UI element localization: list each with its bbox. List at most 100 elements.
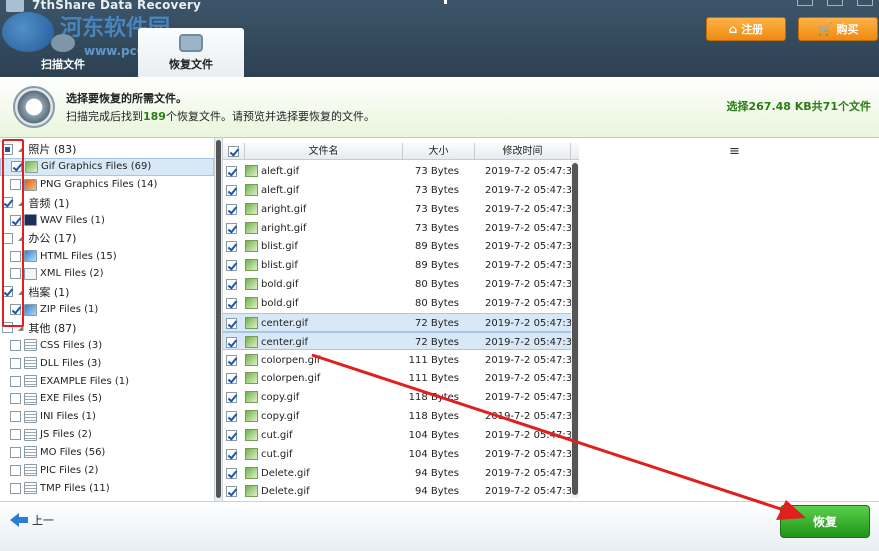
row-checkbox[interactable] — [226, 241, 237, 253]
category-group[interactable]: ◢ 照片 (83) — [0, 140, 214, 158]
app-window: 7thShare Data Recovery 河东软件园 www.pc0359.… — [0, 0, 879, 551]
gif-icon — [25, 160, 38, 173]
row-checkbox[interactable] — [226, 297, 237, 309]
row-checkbox[interactable] — [226, 166, 237, 177]
category-checkbox[interactable] — [10, 357, 21, 369]
row-checkbox[interactable] — [226, 354, 237, 366]
file-size: 118 Bytes — [408, 392, 459, 404]
maximize-button[interactable] — [827, 0, 843, 6]
file-size: 104 Bytes — [408, 429, 459, 441]
row-checkbox[interactable] — [226, 222, 237, 234]
row-checkbox[interactable] — [226, 467, 237, 479]
category-item[interactable]: PIC Files (2) — [0, 461, 214, 479]
file-list-scrollbar[interactable] — [571, 161, 579, 498]
table-row[interactable]: colorpen.gif 111 Bytes 2019-7-2 05:47:36 — [223, 369, 578, 388]
category-item[interactable]: Gif Graphics Files (69) — [0, 157, 214, 176]
close-button[interactable] — [857, 0, 873, 6]
gif-file-icon — [245, 165, 258, 177]
app-icon — [6, 0, 24, 12]
category-item[interactable]: EXE Files (5) — [0, 390, 214, 408]
category-checkbox[interactable] — [10, 429, 21, 441]
table-row[interactable]: copy.gif 118 Bytes 2019-7-2 05:47:36 — [223, 407, 578, 426]
category-item[interactable]: ZIP Files (1) — [0, 301, 214, 319]
category-item[interactable]: HTML Files (15) — [0, 247, 214, 265]
select-all-cell — [223, 143, 245, 160]
category-label: INI Files (1) — [40, 411, 96, 423]
table-row[interactable]: Delete.gif 94 Bytes 2019-7-2 05:47:36 — [223, 482, 578, 501]
table-row[interactable]: Delete.gif 94 Bytes 2019-7-2 05:47:35 — [223, 464, 578, 483]
table-row[interactable]: aright.gif 73 Bytes 2019-7-2 05:47:35 — [223, 200, 578, 219]
category-checkbox[interactable] — [10, 375, 21, 387]
recover-button[interactable]: 恢复 — [780, 505, 870, 538]
category-scroll-thumb[interactable] — [216, 140, 221, 498]
table-row[interactable]: copy.gif 118 Bytes 2019-7-2 05:47:35 — [223, 388, 578, 407]
select-all-checkbox[interactable] — [228, 146, 239, 157]
category-group[interactable]: ◢ 办公 (17) — [0, 229, 214, 247]
row-checkbox[interactable] — [226, 429, 237, 441]
row-checkbox[interactable] — [226, 373, 237, 385]
category-item[interactable]: DLL Files (3) — [0, 354, 214, 372]
tab-recover-files[interactable]: 恢复文件 — [138, 28, 244, 77]
table-row[interactable]: center.gif 72 Bytes 2019-7-2 05:47:36 — [223, 331, 578, 351]
category-item[interactable]: INI Files (1) — [0, 408, 214, 426]
category-item[interactable]: XML Files (2) — [0, 265, 214, 283]
table-row[interactable]: colorpen.gif 111 Bytes 2019-7-2 05:47:35 — [223, 351, 578, 370]
tab-scan-label: 扫描文件 — [41, 58, 85, 71]
table-row[interactable]: center.gif 72 Bytes 2019-7-2 05:47:35 — [223, 312, 578, 332]
category-item[interactable]: JS Files (2) — [0, 426, 214, 444]
back-button[interactable]: 上一 — [10, 512, 54, 528]
category-checkbox[interactable] — [10, 446, 21, 458]
category-item[interactable]: CSS Files (3) — [0, 336, 214, 354]
table-row[interactable]: aright.gif 73 Bytes 2019-7-2 05:47:36 — [223, 219, 578, 238]
row-checkbox[interactable] — [226, 279, 237, 291]
category-group[interactable]: ◢ 档案 (1) — [0, 283, 214, 301]
minimize-button[interactable] — [797, 0, 813, 6]
category-item[interactable]: EXAMPLE Files (1) — [0, 372, 214, 390]
row-checkbox[interactable] — [226, 260, 237, 272]
category-checkbox[interactable] — [10, 464, 21, 476]
row-checkbox[interactable] — [226, 486, 237, 498]
table-row[interactable]: aleft.gif 73 Bytes 2019-7-2 05:47:36 — [223, 181, 578, 200]
tab-scan-files[interactable]: 扫描文件 — [10, 28, 116, 77]
category-label: CSS Files (3) — [40, 339, 103, 351]
table-row[interactable]: cut.gif 104 Bytes 2019-7-2 05:47:36 — [223, 445, 578, 464]
file-icon — [24, 410, 37, 423]
category-checkbox[interactable] — [10, 393, 21, 405]
table-row[interactable]: bold.gif 80 Bytes 2019-7-2 05:47:36 — [223, 294, 578, 313]
table-row[interactable]: aleft.gif 73 Bytes 2019-7-2 05:47:35 — [223, 162, 578, 181]
row-checkbox[interactable] — [226, 203, 237, 215]
preview-menu-icon[interactable]: ≡ — [729, 144, 740, 159]
row-checkbox[interactable] — [226, 184, 237, 196]
column-filename[interactable]: 文件名 — [245, 143, 403, 160]
row-checkbox[interactable] — [226, 317, 237, 329]
category-item[interactable]: TMP Files (11) — [0, 479, 214, 497]
table-row[interactable]: blist.gif 89 Bytes 2019-7-2 05:47:35 — [223, 237, 578, 256]
category-item[interactable]: MO Files (56) — [0, 443, 214, 461]
category-scrollbar[interactable] — [214, 138, 223, 501]
row-checkbox[interactable] — [226, 411, 237, 423]
file-list-scroll-thumb[interactable] — [572, 163, 578, 495]
category-checkbox[interactable] — [10, 339, 21, 351]
category-checkbox[interactable] — [10, 482, 21, 494]
category-checkbox[interactable] — [10, 411, 21, 423]
table-row[interactable]: blist.gif 89 Bytes 2019-7-2 05:47:36 — [223, 256, 578, 275]
gif-file-icon — [245, 447, 258, 460]
category-group[interactable]: ◢ 其他 (87) — [0, 319, 214, 337]
category-item[interactable]: PNG Graphics Files (14) — [0, 176, 214, 194]
column-modified-time[interactable]: 修改时间 — [475, 143, 571, 160]
row-checkbox[interactable] — [226, 448, 237, 460]
file-time: 2019-7-2 05:47:35 — [485, 392, 579, 404]
table-row[interactable]: cut.gif 104 Bytes 2019-7-2 05:47:35 — [223, 426, 578, 445]
file-name: copy.gif — [261, 392, 300, 404]
table-row[interactable]: bold.gif 80 Bytes 2019-7-2 05:47:35 — [223, 275, 578, 294]
category-group[interactable]: ◢ 音频 (1) — [0, 194, 214, 212]
selection-summary: 选择267.48 KB共71个文件 — [726, 100, 872, 113]
column-size[interactable]: 大小 — [403, 143, 475, 160]
buy-button[interactable]: 🛒 购买 — [798, 17, 878, 41]
file-list-header: 文件名 大小 修改时间 — [223, 143, 579, 160]
category-item[interactable]: WAV Files (1) — [0, 211, 214, 229]
row-checkbox[interactable] — [226, 392, 237, 404]
file-name: bold.gif — [261, 297, 299, 309]
row-checkbox[interactable] — [226, 336, 237, 348]
register-button[interactable]: ⌂ 注册 — [706, 17, 786, 41]
